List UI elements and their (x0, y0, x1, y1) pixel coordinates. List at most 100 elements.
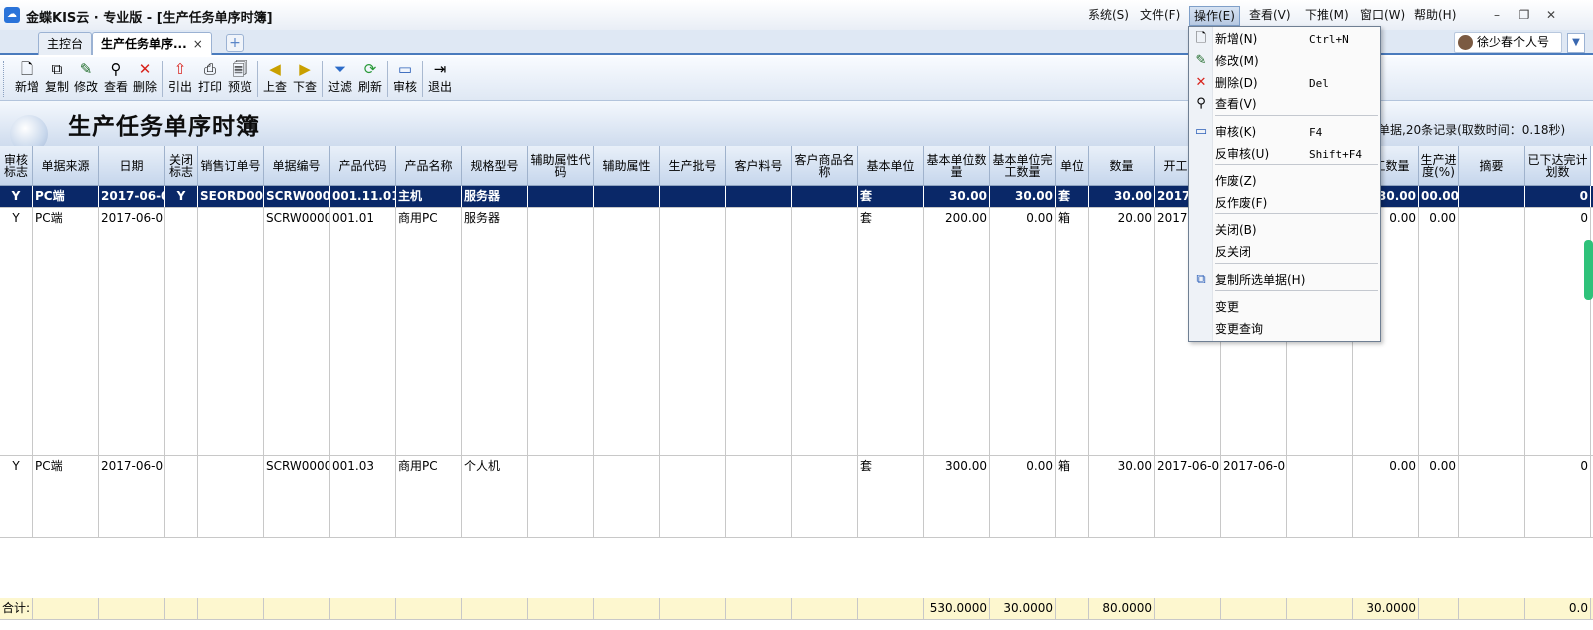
up-query-button[interactable]: ◀ 上查 (260, 59, 290, 99)
add-tab-icon[interactable]: + (226, 34, 244, 52)
column-header[interactable]: 审核标志 (0, 146, 33, 186)
column-header[interactable]: 单据编号 (264, 146, 330, 186)
filter-icon: ⏷ (333, 60, 346, 78)
new-button[interactable]: 🗋 新增 (12, 59, 42, 99)
arrow-left-icon: ◀ (269, 60, 281, 78)
copy-icon: ⧉ (51, 60, 63, 78)
menu-help[interactable]: 帮助(H) (1410, 6, 1460, 26)
table-cell (165, 598, 198, 619)
totals-row[interactable]: 合计: 530.0000 30.0000 80.0000 30.0000 0.0 (0, 598, 1593, 620)
column-header[interactable]: 数量 (1089, 146, 1155, 186)
column-header[interactable]: 关闭标志 (165, 146, 198, 186)
edit-button[interactable]: ✎ 修改 (71, 59, 101, 99)
column-header[interactable]: 规格型号 (462, 146, 528, 186)
print-button[interactable]: ⎙ 打印 (195, 59, 225, 99)
copy-button[interactable]: ⧉ 复制 (42, 59, 72, 99)
tab-close-icon[interactable]: × (193, 37, 203, 51)
table-cell: PC端 (33, 208, 99, 455)
table-cell: SEORD000002 (198, 186, 264, 207)
table-cell: 200.00 (924, 208, 990, 455)
column-header[interactable]: 单位 (1056, 146, 1089, 186)
user-account[interactable]: 徐少春个人号 (1454, 32, 1562, 53)
close-icon[interactable]: ✕ (1539, 6, 1563, 24)
table-cell: 001.01 (330, 208, 396, 455)
delete-button[interactable]: ✕ 删除 (130, 59, 160, 99)
table-cell (1221, 598, 1287, 619)
filter-button[interactable]: ⏷ 过滤 (325, 59, 355, 99)
menu-view[interactable]: 查看(V) (1245, 6, 1295, 26)
table-cell: 0 (1525, 456, 1591, 537)
menu-item-label: 修改(M) (1215, 54, 1259, 68)
menu-item-label: 关闭(B) (1215, 223, 1257, 237)
column-header[interactable]: 基本单位数量 (924, 146, 990, 186)
menu-shortcut: Ctrl+N (1309, 33, 1349, 46)
menu-item-label: 反审核(U) (1215, 147, 1270, 161)
preview-button[interactable]: 🗐 预览 (225, 59, 255, 99)
menu-item[interactable]: ✎ 修改(M) (1189, 51, 1380, 72)
tab-production-task[interactable]: 生产任务单序... × (92, 32, 212, 55)
table-cell: 0.00 (990, 456, 1056, 537)
table-cell (33, 598, 99, 619)
column-header[interactable]: 单据来源 (33, 146, 99, 186)
menu-operation[interactable]: 操作(E) (1189, 6, 1240, 26)
table-cell: 20.00 (1089, 208, 1155, 455)
menu-item[interactable]: 变更查询 (1189, 319, 1380, 340)
binoculars-icon: ⚲ (1196, 96, 1206, 111)
column-header[interactable]: 基本单位完工数量 (990, 146, 1056, 186)
menu-item[interactable]: ⧉ 复制所选单据(H) (1189, 270, 1380, 291)
menu-item[interactable]: ✕ 删除(D) Del (1189, 73, 1380, 94)
chevron-down-icon[interactable]: ▼ (1567, 33, 1585, 53)
column-header[interactable]: 客户料号 (726, 146, 792, 186)
menu-item[interactable]: 反审核(U) Shift+F4 (1189, 144, 1380, 165)
cloud-icon: ☁ (4, 7, 20, 23)
column-header[interactable]: 辅助属性 (594, 146, 660, 186)
column-header[interactable]: 生产批号 (660, 146, 726, 186)
refresh-button[interactable]: ⟳ 刷新 (355, 59, 385, 99)
column-header[interactable]: 摘要 (1459, 146, 1525, 186)
minimize-icon[interactable]: – (1485, 6, 1509, 24)
menu-item[interactable]: 变更 (1189, 297, 1380, 318)
table-cell: SCRW000013 (264, 186, 330, 207)
window-title: 金蝶KIS云 · 专业版 - [生产任务单序时簿] (26, 11, 273, 26)
audit-button[interactable]: ▭ 审核 (390, 59, 420, 99)
menu-item[interactable]: 反作废(F) (1189, 193, 1380, 214)
table-row[interactable]: YPC端2017-06-07SCRW000015001.03商用PC个人机套30… (0, 456, 1593, 538)
column-header[interactable]: 基本单位 (858, 146, 924, 186)
column-header[interactable]: 产品名称 (396, 146, 462, 186)
toolbar-separator (422, 61, 423, 97)
tab-main-console[interactable]: 主控台 (38, 32, 93, 55)
column-header[interactable]: 客户商品名称 (792, 146, 858, 186)
view-button[interactable]: ⚲ 查看 (101, 59, 131, 99)
column-header[interactable]: 日期 (99, 146, 165, 186)
menu-item[interactable]: 反关闭 (1189, 242, 1380, 263)
delete-icon: ✕ (1195, 75, 1207, 90)
menu-item[interactable]: 关闭(B) (1189, 220, 1380, 241)
column-header[interactable]: 辅助属性代码 (528, 146, 594, 186)
menu-shortcut: F4 (1309, 126, 1323, 139)
column-header[interactable]: 销售订单号 (198, 146, 264, 186)
menu-item-label: 反作废(F) (1215, 196, 1268, 210)
down-query-button[interactable]: ▶ 下查 (290, 59, 320, 99)
column-header[interactable]: 产品代码 (330, 146, 396, 186)
table-cell: 0.00 (1419, 456, 1459, 537)
column-header[interactable]: 已下达完计划数 (1525, 146, 1591, 186)
menu-item[interactable]: ▭ 审核(K) F4 (1189, 122, 1380, 143)
menu-window[interactable]: 窗口(W) (1356, 6, 1409, 26)
menu-system[interactable]: 系统(S) (1084, 6, 1133, 26)
table-cell: 30.0000 (1353, 598, 1419, 619)
restore-icon[interactable]: ❐ (1512, 6, 1536, 24)
table-cell: 套 (1056, 186, 1089, 207)
menu-push[interactable]: 下推(M) (1301, 6, 1353, 26)
table-cell (726, 598, 792, 619)
menu-item[interactable]: ⚲ 查看(V) (1189, 94, 1380, 115)
scroll-handle[interactable] (1584, 240, 1593, 300)
exit-button[interactable]: ⇥ 退出 (425, 59, 455, 99)
table-cell (594, 208, 660, 455)
copy-icon: ⧉ (1196, 272, 1206, 287)
menu-item[interactable]: 🗋 新增(N) Ctrl+N (1189, 29, 1380, 50)
menu-file[interactable]: 文件(F) (1136, 6, 1184, 26)
menu-item[interactable]: 作废(Z) (1189, 171, 1380, 192)
binoculars-icon: ⚲ (110, 60, 122, 78)
export-button[interactable]: ⇧ 引出 (165, 59, 195, 99)
column-header[interactable]: 生产进度(%) (1419, 146, 1459, 186)
